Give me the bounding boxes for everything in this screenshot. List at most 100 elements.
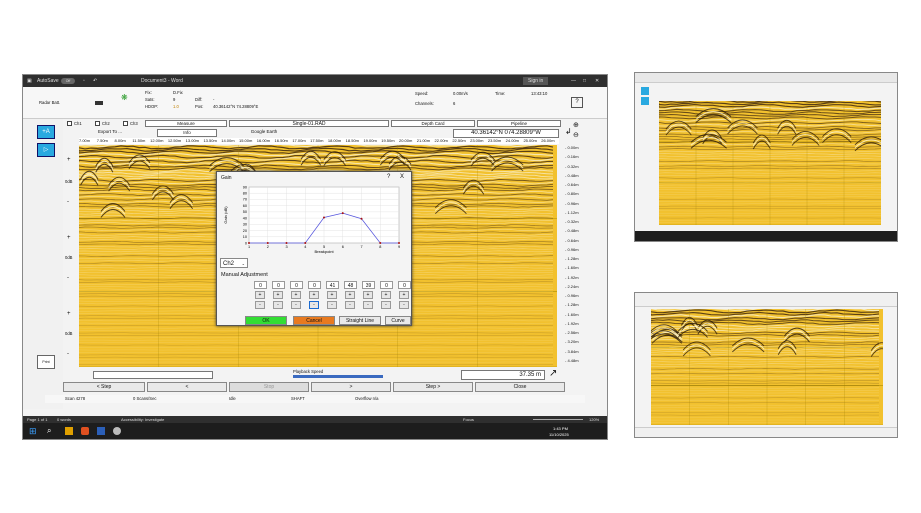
gain-plus-1[interactable]: + [67,157,71,163]
focus-button[interactable]: Focus [463,416,474,423]
distance-tick: 20.00m [399,138,413,143]
browser-icon[interactable] [81,427,89,435]
gain-help-button[interactable]: ? [387,174,390,180]
gain-curve-point[interactable] [398,242,400,244]
channel-select[interactable]: Ch2 ⌄ [220,258,248,268]
adjustment-value[interactable]: 0 [308,281,321,289]
gain-curve-point[interactable] [360,217,363,220]
decrease-button[interactable]: - [381,301,391,309]
zoom-fit-icon[interactable]: +A [37,125,55,139]
increase-button[interactable]: + [255,291,265,299]
increase-button[interactable]: + [309,291,319,299]
battery-icon [95,101,103,105]
increase-button[interactable]: + [273,291,283,299]
decrease-button[interactable]: - [399,301,409,309]
gain-curve-point[interactable] [266,242,269,244]
adjustment-value[interactable]: 0 [254,281,267,289]
search-icon[interactable]: ⌕ [47,426,51,436]
decrease-button[interactable]: - [309,301,319,309]
ok-button[interactable]: OK [245,316,287,325]
increase-button[interactable]: + [345,291,355,299]
step-back-button[interactable]: < Step [63,382,145,392]
depth-card-field[interactable]: Depth Card [391,120,475,127]
gain-curve-point[interactable] [248,242,250,244]
gain-curve-chart[interactable]: 01020304050607080901 2 3 4 5 6 7 8 9BreakpointGa… [221,183,411,257]
decrease-button[interactable]: - [327,301,337,309]
decrease-button[interactable]: - [255,301,265,309]
file-explorer-icon[interactable] [65,427,73,435]
minimize-icon[interactable]: — [571,75,576,87]
gain-curve-point[interactable] [379,242,382,244]
word-taskbar-icon[interactable] [97,427,105,435]
playback-speed-slider[interactable] [293,375,383,378]
zoom-slider[interactable] [533,419,583,420]
distance-tick: 17.50m [310,138,324,143]
adjustment-value[interactable]: 48 [344,281,357,289]
gain-minus-1[interactable]: - [67,199,69,205]
cancel-button[interactable]: Cancel [293,316,335,325]
gain-close-button[interactable]: X [400,174,404,180]
increase-button[interactable]: + [399,291,409,299]
increase-button[interactable]: + [291,291,301,299]
increase-button[interactable]: + [363,291,373,299]
gain-curve-point[interactable] [304,242,307,244]
pipeline-field[interactable]: Pipeline [477,120,561,127]
close-window-icon[interactable]: ✕ [595,75,599,87]
autosave-toggle[interactable]: Off [61,78,75,84]
adjustment-value[interactable]: 0 [290,281,303,289]
increase-button[interactable]: + [381,291,391,299]
speed-value: 0.00m/s [453,91,468,96]
increase-button[interactable]: + [327,291,337,299]
adjustment-value[interactable]: 0 [380,281,393,289]
step-forward-button[interactable]: Step > [393,382,473,392]
info-button[interactable]: Info [157,129,217,137]
adjustment-value[interactable]: 0 [272,281,285,289]
close-button[interactable]: Close [475,382,565,392]
maximize-icon[interactable]: □ [583,75,586,87]
gain-plus-2[interactable]: + [67,235,71,241]
depth-tick: - 0.96m [565,246,579,252]
ch2-checkbox[interactable] [95,121,100,126]
ch1-checkbox[interactable] [67,121,72,126]
adjustment-value[interactable]: 0 [398,281,411,289]
zoom-in-icon[interactable]: ⊕ [573,121,579,129]
corner-arrow-icon[interactable]: ↗ [549,368,557,379]
save-icon[interactable]: ▫ [83,75,85,87]
next-button[interactable]: > [311,382,391,392]
curve-button[interactable]: Curve [385,316,411,325]
thumbnail-1-zoom-icon [641,87,649,95]
gain-curve-point[interactable] [341,212,344,215]
gain-curve-point[interactable] [323,216,325,219]
playback-left-field [93,371,213,379]
gain-minus-3[interactable]: - [67,351,69,357]
gain-curve-point[interactable] [285,242,288,244]
adjustment-value[interactable]: 39 [362,281,375,289]
straight-line-button[interactable]: Straight Line [339,316,381,325]
gain-minus-2[interactable]: - [67,275,69,281]
depth-tick: - 0.48m [565,172,579,178]
accessibility-status[interactable]: Accessibility: Investigate [121,416,164,423]
app-taskbar-icon[interactable] [113,427,121,435]
prev-button[interactable]: < [147,382,227,392]
sign-in-button[interactable]: Sign in [523,77,549,85]
export-to-button[interactable]: Export To ... [65,129,155,137]
measure-field[interactable]: Measure [145,120,227,127]
zoom-out-icon[interactable]: ⊖ [573,131,579,139]
gain-plus-3[interactable]: + [67,311,71,317]
decrease-button[interactable]: - [291,301,301,309]
depth-tick: - 0.96m [565,293,579,298]
play-icon[interactable]: ▷ [37,143,55,157]
decrease-button[interactable]: - [345,301,355,309]
google-earth-button[interactable]: Google Earth [219,129,309,137]
stop-button[interactable]: Stop [229,382,309,392]
windows-start-icon[interactable]: ⊞ [29,426,37,437]
print-button[interactable]: Print [37,355,55,369]
undo-icon[interactable]: ↶ [93,75,97,87]
gain-label-3: 0dB [65,331,73,336]
decrease-button[interactable]: - [363,301,373,309]
return-arrow-icon[interactable]: ↲ [565,127,572,136]
help-icon[interactable]: ? [571,97,583,108]
adjustment-value[interactable]: 41 [326,281,339,289]
decrease-button[interactable]: - [273,301,283,309]
ch3-checkbox[interactable] [123,121,128,126]
